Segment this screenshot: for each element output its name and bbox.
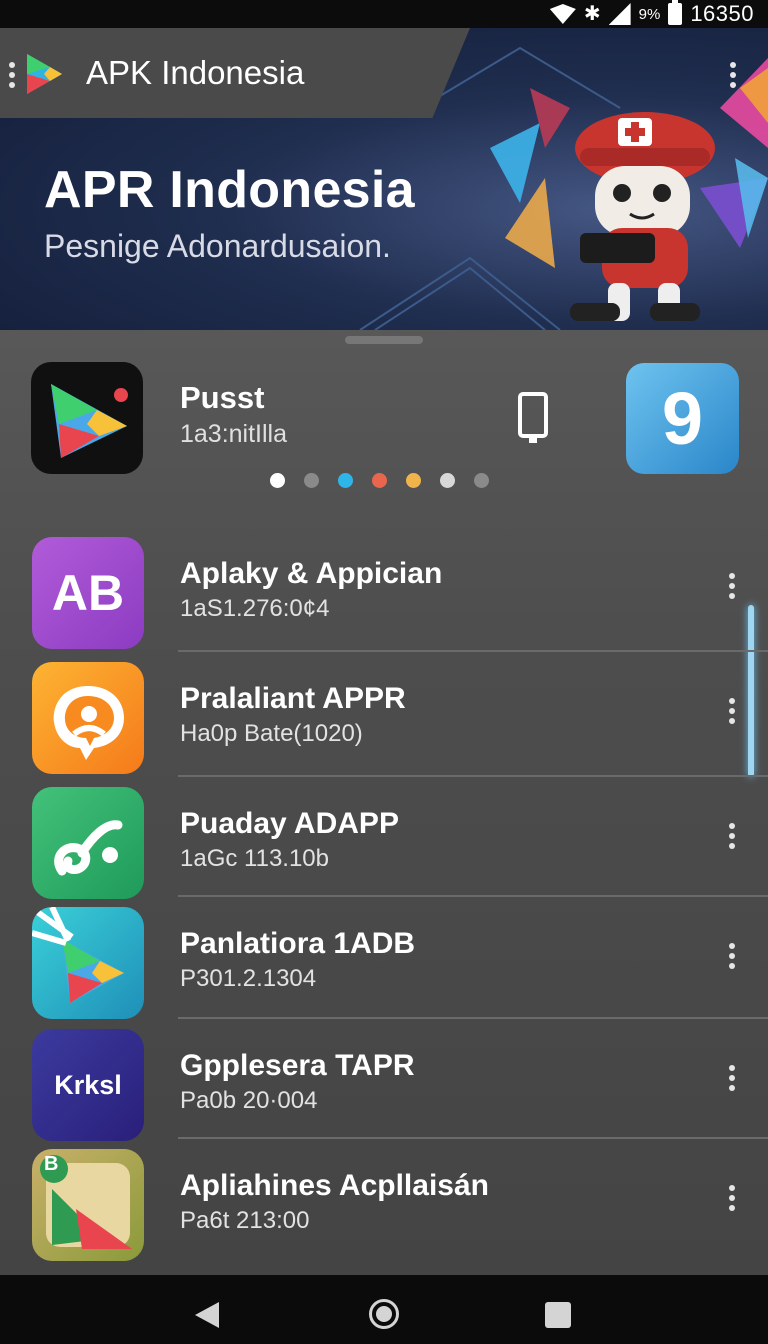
carousel-dot[interactable]: [338, 473, 353, 488]
drawer-menu-icon[interactable]: [9, 62, 15, 88]
list-divider: [178, 775, 768, 777]
carousel-indicator[interactable]: [270, 473, 489, 488]
phone-icon[interactable]: [518, 392, 548, 443]
app-meta: Pa6t 213:00: [180, 1207, 310, 1234]
app-icon[interactable]: [32, 787, 144, 899]
list-item[interactable]: AB Aplaky & Appician 1aS1.276:0¢4: [0, 537, 768, 657]
list-item[interactable]: Pralaliant APPR Ha0p Bate(1020): [0, 662, 768, 782]
app-meta: 1aS1.276:0¢4: [180, 595, 330, 622]
featured-app-icon-2[interactable]: 9: [626, 363, 739, 474]
app-name: Gpplesera TAPR: [180, 1049, 415, 1082]
carousel-dot[interactable]: [474, 473, 489, 488]
featured-app-icon-2-glyph: 9: [661, 377, 704, 460]
status-bar: ✱ 9% 16350: [0, 0, 768, 28]
app-icon[interactable]: [32, 662, 144, 774]
list-divider: [178, 650, 768, 652]
app-meta: P301.2.1304: [180, 965, 317, 992]
back-icon[interactable]: [195, 1302, 219, 1328]
battery-percent: 9%: [638, 5, 661, 23]
list-item[interactable]: Puaday ADAPP 1aGc 113.10b: [0, 787, 768, 907]
item-overflow-menu-icon[interactable]: [729, 943, 735, 969]
list-divider: [178, 1137, 768, 1139]
play-store-logo-icon: [27, 54, 62, 94]
list-divider: [178, 895, 768, 897]
featured-app-name[interactable]: Pusst: [180, 380, 264, 416]
carousel-dot[interactable]: [440, 473, 455, 488]
app-icon[interactable]: Krksl: [32, 1029, 144, 1141]
app-name: Apliahines Acpllaisán: [180, 1169, 489, 1202]
app-name: Panlatiora 1ADB: [180, 927, 416, 960]
item-overflow-menu-icon[interactable]: [729, 573, 735, 599]
app-icon-label: Krksl: [54, 1069, 122, 1100]
app-meta: Ha0p Bate(1020): [180, 720, 363, 747]
app-name: Pralaliant APPR: [180, 682, 406, 715]
clock: 16350: [690, 1, 754, 26]
app-meta: Pa0b 20·004: [180, 1087, 318, 1114]
app-icon-label: AB: [51, 565, 125, 621]
banner-subtitle: Pesnige Adonardusaion.: [44, 228, 391, 264]
bluetooth-icon: ✱: [583, 3, 601, 25]
app-icon[interactable]: [32, 907, 144, 1019]
app-name: Aplaky & Appician: [180, 557, 443, 590]
robot-mascot-illustration: [570, 112, 715, 321]
banner-title: APR Indonesia: [44, 161, 415, 219]
list-item[interactable]: Panlatiora 1ADB P301.2.1304: [0, 907, 768, 1027]
signal-icon: [608, 3, 631, 25]
app-icon[interactable]: B: [32, 1149, 144, 1261]
list-divider: [178, 1017, 768, 1019]
carousel-dot[interactable]: [270, 473, 285, 488]
carousel-dot[interactable]: [372, 473, 387, 488]
featured-app-subtitle: 1a3:nitIlla: [180, 420, 288, 448]
app-icon-label: B: [44, 1153, 59, 1175]
carousel-dot[interactable]: [304, 473, 319, 488]
item-overflow-menu-icon[interactable]: [729, 698, 735, 724]
recents-icon[interactable]: [545, 1302, 571, 1328]
overflow-menu-icon[interactable]: [730, 62, 736, 88]
drag-handle[interactable]: [345, 336, 423, 344]
app-meta: 1aGc 113.10b: [180, 845, 330, 872]
app-icon[interactable]: AB: [32, 537, 144, 649]
wifi-icon: [549, 4, 576, 24]
battery-icon: [668, 0, 683, 25]
app-bar-title: APK Indonesia: [86, 54, 305, 91]
home-icon[interactable]: [369, 1299, 399, 1329]
app-name: Puaday ADAPP: [180, 807, 399, 840]
item-overflow-menu-icon[interactable]: [729, 823, 735, 849]
list-item[interactable]: Krksl Gpplesera TAPR Pa0b 20·004: [0, 1029, 768, 1149]
app-list-panel: Pusst 1a3:nitIlla 9 AB Aplaky & Appician 1…: [0, 330, 768, 1275]
item-overflow-menu-icon[interactable]: [729, 1065, 735, 1091]
carousel-dot[interactable]: [406, 473, 421, 488]
list-item[interactable]: B Apliahines Acpllaisán Pa6t 213:00: [0, 1149, 768, 1269]
featured-app-icon[interactable]: [31, 362, 143, 474]
hero-banner: APK Indonesia APR Indonesia Pesnige Adon…: [0, 28, 768, 330]
item-overflow-menu-icon[interactable]: [729, 1185, 735, 1211]
system-nav-bar: [0, 1275, 768, 1344]
